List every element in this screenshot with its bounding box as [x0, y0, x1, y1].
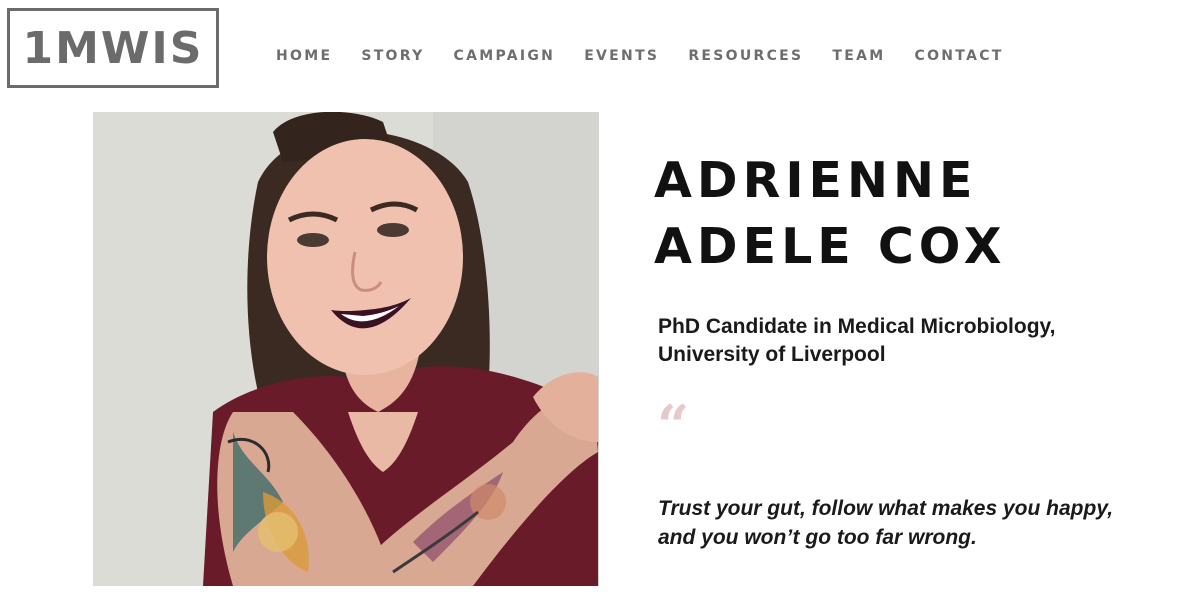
profile-role: PhD Candidate in Medical Microbiology, U… — [658, 313, 1178, 369]
nav-home[interactable]: HOME — [276, 48, 332, 64]
role-line-1: PhD Candidate in Medical Microbiology, — [658, 315, 1056, 338]
nav-team[interactable]: TEAM — [832, 48, 885, 64]
nav-events[interactable]: EVENTS — [584, 48, 659, 64]
portrait-illustration — [93, 112, 599, 586]
profile-photo — [93, 112, 599, 586]
nav-contact[interactable]: CONTACT — [915, 48, 1004, 64]
nav-story[interactable]: STORY — [361, 48, 424, 64]
quote-mark-icon: “ — [657, 393, 690, 459]
nav-resources[interactable]: RESOURCES — [688, 48, 803, 64]
role-line-2: University of Liverpool — [658, 343, 886, 366]
main-navigation: HOME STORY CAMPAIGN EVENTS RESOURCES TEA… — [276, 48, 1004, 64]
nav-campaign[interactable]: CAMPAIGN — [454, 48, 556, 64]
quote-line-1: Trust your gut, follow what makes you ha… — [658, 497, 1114, 520]
logo-text: 1MWIS — [22, 23, 204, 74]
site-logo[interactable]: 1MWIS — [7, 8, 219, 88]
quote-line-2: and you won’t go too far wrong. — [658, 526, 977, 549]
profile-quote: Trust your gut, follow what makes you ha… — [658, 494, 1188, 552]
profile-name: ADRIENNE ADELE COX — [654, 152, 1007, 275]
